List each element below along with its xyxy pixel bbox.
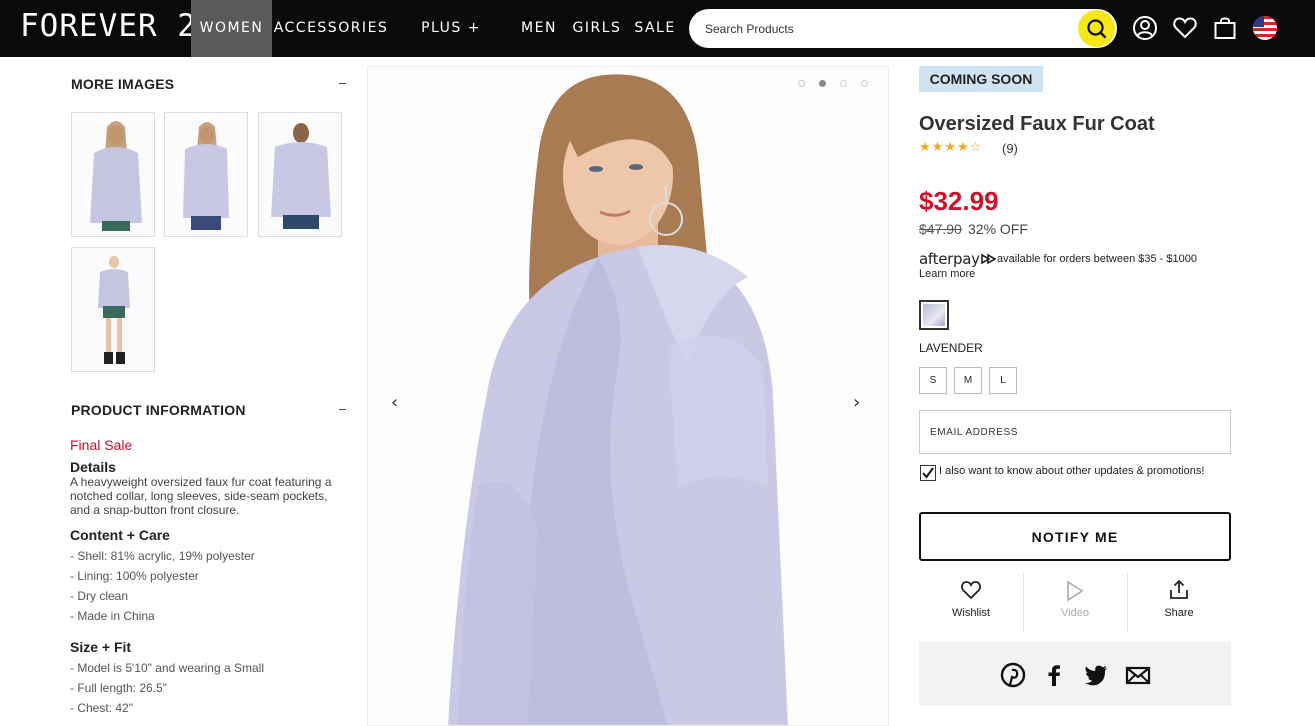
- rating-stars[interactable]: ★★★★☆: [919, 140, 982, 155]
- color-swatch-lavender[interactable]: [919, 300, 949, 330]
- afterpay-wordmark: afterpay: [919, 250, 980, 268]
- content-item: - Lining: 100% polyester: [70, 569, 199, 583]
- shopping-bag-icon[interactable]: [1211, 14, 1239, 42]
- afterpay-text: available for orders between $35 - $1000: [997, 253, 1197, 265]
- share-label: Share: [1164, 607, 1194, 619]
- gallery-prev-button[interactable]: ‹: [391, 392, 398, 413]
- forever21-logo[interactable]: FOREVER 21: [20, 8, 217, 44]
- sale-price: $32.99: [919, 186, 999, 216]
- model-image: [448, 74, 788, 725]
- us-flag-icon[interactable]: [1251, 14, 1279, 42]
- search-button[interactable]: [1078, 10, 1115, 47]
- details-text: A heavyweight oversized faux fur coat fe…: [70, 475, 332, 517]
- size-option-m[interactable]: M: [954, 367, 982, 394]
- coming-soon-badge: COMING SOON: [919, 66, 1043, 92]
- pinterest-icon[interactable]: [1000, 662, 1026, 688]
- wishlist-label: Wishlist: [952, 607, 990, 619]
- size-fit-heading: Size + Fit: [70, 639, 132, 655]
- more-images-collapse-button[interactable]: –: [339, 75, 346, 90]
- thumbnail-3[interactable]: [258, 112, 342, 237]
- nav-plus-curve[interactable]: PLUS + CURVE: [392, 0, 510, 93]
- afterpay-learn-more-link[interactable]: Learn more: [919, 268, 975, 280]
- afterpay-logo: afterpay: [919, 250, 998, 268]
- share-button[interactable]: Share: [1127, 572, 1231, 632]
- nav-women[interactable]: WOMEN: [191, 0, 272, 57]
- details-heading: Details: [70, 459, 116, 475]
- search-bar: [689, 9, 1117, 48]
- selected-color-label: LAVENDER: [919, 341, 983, 355]
- discount-label: 32% OFF: [968, 221, 1028, 237]
- product-title: Oversized Faux Fur Coat: [919, 113, 1155, 135]
- share-icon: [1170, 579, 1188, 599]
- more-images-heading: MORE IMAGES: [71, 76, 175, 92]
- heart-icon[interactable]: [1171, 14, 1199, 42]
- email-icon[interactable]: [1125, 662, 1151, 688]
- nav-girls[interactable]: GIRLS: [571, 0, 623, 57]
- product-information-collapse-button[interactable]: –: [339, 401, 346, 416]
- carousel-dot-4[interactable]: [861, 80, 868, 87]
- final-sale-label: Final Sale: [70, 437, 133, 453]
- content-item: - Made in China: [70, 609, 155, 623]
- carousel-dot-1[interactable]: [798, 80, 805, 87]
- nav-men[interactable]: MEN: [516, 0, 562, 57]
- thumbnail-2[interactable]: [164, 112, 248, 237]
- afterpay-arrows-icon: [980, 253, 997, 265]
- content-care-heading: Content + Care: [70, 527, 170, 543]
- content-item: - Dry clean: [70, 589, 129, 603]
- swatch-fill: [923, 304, 945, 326]
- twitter-icon[interactable]: [1083, 662, 1109, 688]
- thumbnail-1[interactable]: [71, 112, 155, 237]
- original-price: $47.90: [919, 221, 962, 237]
- thumbnail-4[interactable]: [71, 247, 155, 372]
- carousel-dot-3[interactable]: [840, 80, 847, 87]
- carousel-dot-2[interactable]: [819, 80, 826, 87]
- review-count[interactable]: (9): [1002, 141, 1018, 156]
- social-share-bar: [919, 642, 1231, 706]
- thumbnail-2-image: [183, 122, 229, 230]
- notify-me-button[interactable]: NOTIFY ME: [919, 512, 1231, 561]
- product-information-heading: PRODUCT INFORMATION: [71, 402, 246, 418]
- main-product-image[interactable]: [367, 66, 889, 726]
- updates-checkbox[interactable]: [920, 465, 936, 481]
- video-button[interactable]: Video: [1023, 572, 1127, 632]
- size-option-l[interactable]: L: [989, 367, 1017, 394]
- checkmark-icon: [922, 467, 934, 479]
- content-item: - Shell: 81% acrylic, 19% polyester: [70, 549, 255, 563]
- size-item: - Model is 5'10" and wearing a Small: [70, 661, 264, 675]
- wishlist-heart-icon: [961, 581, 981, 600]
- thumbnail-3-image: [271, 123, 331, 229]
- wishlist-button[interactable]: Wishlist: [919, 572, 1023, 632]
- email-address-field[interactable]: [919, 410, 1231, 454]
- play-icon: [1067, 580, 1084, 602]
- updates-checkbox-label[interactable]: I also want to know about other updates …: [939, 465, 1204, 477]
- account-icon[interactable]: [1131, 14, 1159, 42]
- size-item: - Chest: 42": [70, 701, 133, 715]
- search-input[interactable]: [705, 9, 1065, 48]
- nav-accessories[interactable]: ACCESSORIES: [272, 0, 390, 57]
- thumbnail-1-image: [90, 121, 142, 231]
- search-icon: [1087, 19, 1107, 39]
- nav-sale[interactable]: SALE: [631, 0, 679, 57]
- facebook-icon[interactable]: [1041, 662, 1067, 688]
- thumbnail-4-image: [98, 256, 130, 364]
- gallery-next-button[interactable]: ›: [853, 392, 860, 413]
- size-item: - Full length: 26.5": [70, 681, 167, 695]
- video-label: Video: [1061, 607, 1089, 619]
- top-navigation-bar: FOREVER 21 WOMEN ACCESSORIES PLUS + CURV…: [0, 0, 1315, 93]
- size-option-s[interactable]: S: [919, 367, 947, 394]
